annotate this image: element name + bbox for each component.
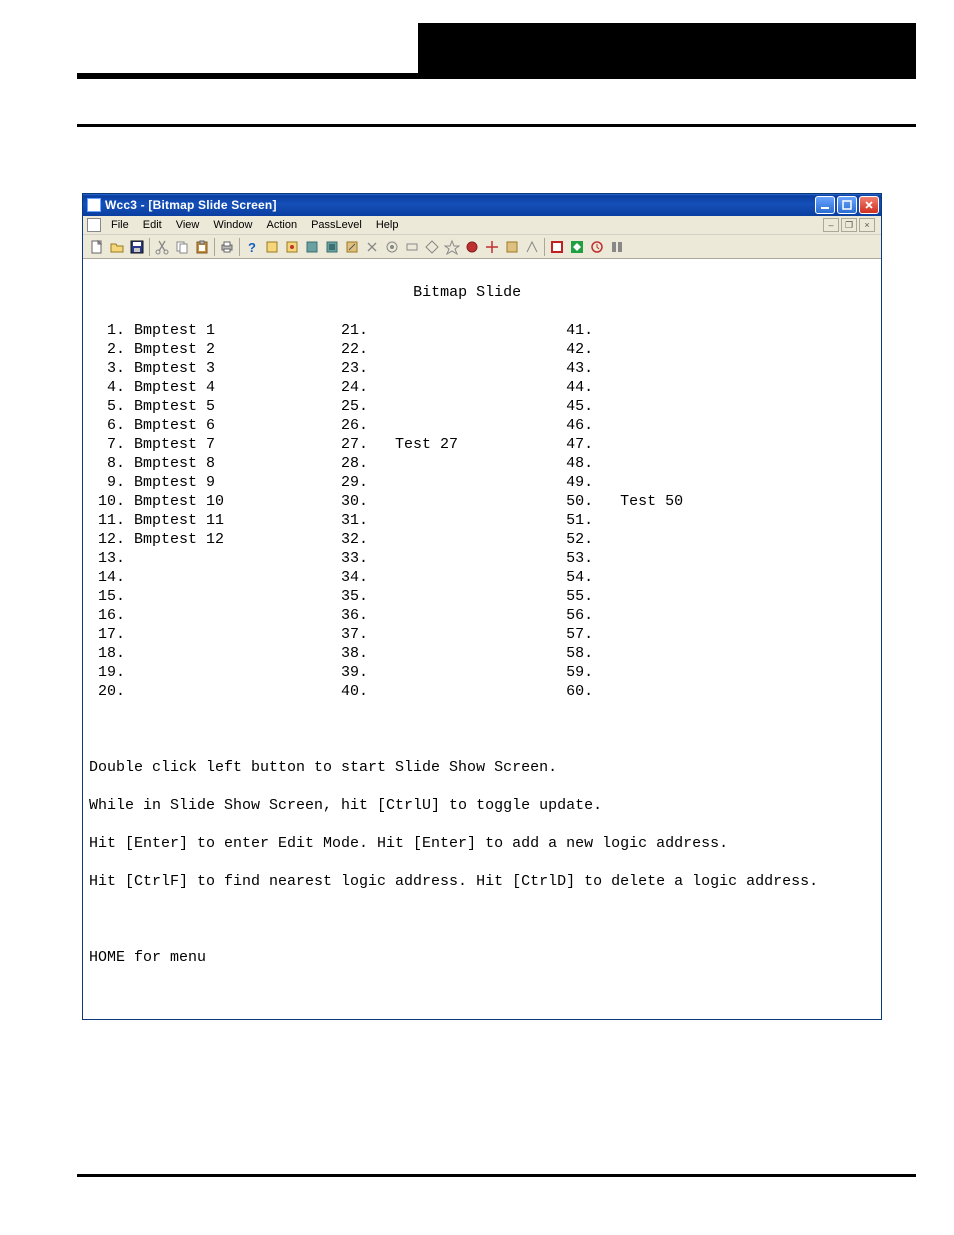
doc-rule-thin xyxy=(77,124,916,127)
tool-j-icon[interactable] xyxy=(442,237,462,257)
toolbar: ? xyxy=(83,235,881,259)
client-area[interactable]: Bitmap Slide 1. Bmptest 1 21. 41. 2. Bmp… xyxy=(83,259,881,1019)
list-row[interactable]: 9. Bmptest 9 29. 49. xyxy=(89,473,875,492)
toolbar-separator xyxy=(544,238,545,256)
app-icon xyxy=(87,198,101,212)
menu-view[interactable]: View xyxy=(170,218,206,232)
tool-c-icon[interactable] xyxy=(302,237,322,257)
list-row[interactable]: 19. 39. 59. xyxy=(89,663,875,682)
copy-icon[interactable] xyxy=(172,237,192,257)
list-row[interactable]: 12. Bmptest 12 32. 52. xyxy=(89,530,875,549)
menu-passlevel[interactable]: PassLevel xyxy=(305,218,368,232)
print-icon[interactable] xyxy=(217,237,237,257)
tool-a-icon[interactable] xyxy=(262,237,282,257)
list-row[interactable]: 1. Bmptest 1 21. 41. xyxy=(89,321,875,340)
tool-m-icon[interactable] xyxy=(502,237,522,257)
instructions: Double click left button to start Slide … xyxy=(89,739,875,910)
instruction-line: Double click left button to start Slide … xyxy=(89,758,875,777)
menu-action[interactable]: Action xyxy=(260,218,303,232)
tool-l-icon[interactable] xyxy=(482,237,502,257)
list-row[interactable]: 2. Bmptest 2 22. 42. xyxy=(89,340,875,359)
doc-rule-bottom xyxy=(77,1174,916,1177)
help-icon[interactable]: ? xyxy=(242,237,262,257)
cut-icon[interactable] xyxy=(152,237,172,257)
mdi-buttons: – ❐ × xyxy=(823,218,877,232)
app-window: Wcc3 - [Bitmap Slide Screen] File Edit V… xyxy=(82,193,882,1020)
maximize-button[interactable] xyxy=(837,196,857,214)
toolbar-separator xyxy=(214,238,215,256)
tool-p-icon[interactable] xyxy=(567,237,587,257)
list-row[interactable]: 17. 37. 57. xyxy=(89,625,875,644)
client-title: Bitmap Slide xyxy=(89,283,875,302)
toolbar-separator xyxy=(239,238,240,256)
home-hint: HOME for menu xyxy=(89,948,875,967)
list-row[interactable]: 11. Bmptest 11 31. 51. xyxy=(89,511,875,530)
list-row[interactable]: 20. 40. 60. xyxy=(89,682,875,701)
menu-edit[interactable]: Edit xyxy=(137,218,168,232)
tool-f-icon[interactable] xyxy=(362,237,382,257)
tool-k-icon[interactable] xyxy=(462,237,482,257)
window-title: Wcc3 - [Bitmap Slide Screen] xyxy=(105,198,815,212)
tool-g-icon[interactable] xyxy=(382,237,402,257)
menu-file[interactable]: File xyxy=(105,218,135,232)
list-row[interactable]: 15. 35. 55. xyxy=(89,587,875,606)
mdi-close-button[interactable]: × xyxy=(859,218,875,232)
tool-i-icon[interactable] xyxy=(422,237,442,257)
list-row[interactable]: 13. 33. 53. xyxy=(89,549,875,568)
minimize-button[interactable] xyxy=(815,196,835,214)
paste-icon[interactable] xyxy=(192,237,212,257)
close-button[interactable] xyxy=(859,196,879,214)
mdi-document-icon[interactable] xyxy=(87,218,101,232)
list-row[interactable]: 7. Bmptest 7 27. Test 27 47. xyxy=(89,435,875,454)
doc-rule-thick xyxy=(77,73,916,79)
list-row[interactable]: 4. Bmptest 4 24. 44. xyxy=(89,378,875,397)
mdi-minimize-button[interactable]: – xyxy=(823,218,839,232)
list-row[interactable]: 10. Bmptest 10 30. 50. Test 50 xyxy=(89,492,875,511)
list-row[interactable]: 18. 38. 58. xyxy=(89,644,875,663)
list-row[interactable]: 16. 36. 56. xyxy=(89,606,875,625)
slide-list-grid: 1. Bmptest 1 21. 41. 2. Bmptest 2 22. 42… xyxy=(89,321,875,701)
doc-header-bar xyxy=(418,23,916,73)
save-icon[interactable] xyxy=(127,237,147,257)
list-row[interactable]: 6. Bmptest 6 26. 46. xyxy=(89,416,875,435)
tool-o-icon[interactable] xyxy=(547,237,567,257)
tool-b-icon[interactable] xyxy=(282,237,302,257)
instruction-line: Hit [Enter] to enter Edit Mode. Hit [Ent… xyxy=(89,834,875,853)
tool-q-icon[interactable] xyxy=(587,237,607,257)
tool-d-icon[interactable] xyxy=(322,237,342,257)
menubar: File Edit View Window Action PassLevel H… xyxy=(83,216,881,235)
toolbar-separator xyxy=(149,238,150,256)
list-row[interactable]: 8. Bmptest 8 28. 48. xyxy=(89,454,875,473)
tool-h-icon[interactable] xyxy=(402,237,422,257)
list-row[interactable]: 14. 34. 54. xyxy=(89,568,875,587)
list-row[interactable]: 3. Bmptest 3 23. 43. xyxy=(89,359,875,378)
mdi-restore-button[interactable]: ❐ xyxy=(841,218,857,232)
menu-window[interactable]: Window xyxy=(207,218,258,232)
instruction-line: Hit [CtrlF] to find nearest logic addres… xyxy=(89,872,875,891)
new-icon[interactable] xyxy=(87,237,107,257)
tool-r-icon[interactable] xyxy=(607,237,627,257)
titlebar[interactable]: Wcc3 - [Bitmap Slide Screen] xyxy=(83,194,881,216)
tool-e-icon[interactable] xyxy=(342,237,362,257)
window-buttons xyxy=(815,196,879,214)
list-row[interactable]: 5. Bmptest 5 25. 45. xyxy=(89,397,875,416)
open-icon[interactable] xyxy=(107,237,127,257)
instruction-line: While in Slide Show Screen, hit [CtrlU] … xyxy=(89,796,875,815)
tool-n-icon[interactable] xyxy=(522,237,542,257)
svg-text:?: ? xyxy=(248,240,256,255)
menu-help[interactable]: Help xyxy=(370,218,405,232)
